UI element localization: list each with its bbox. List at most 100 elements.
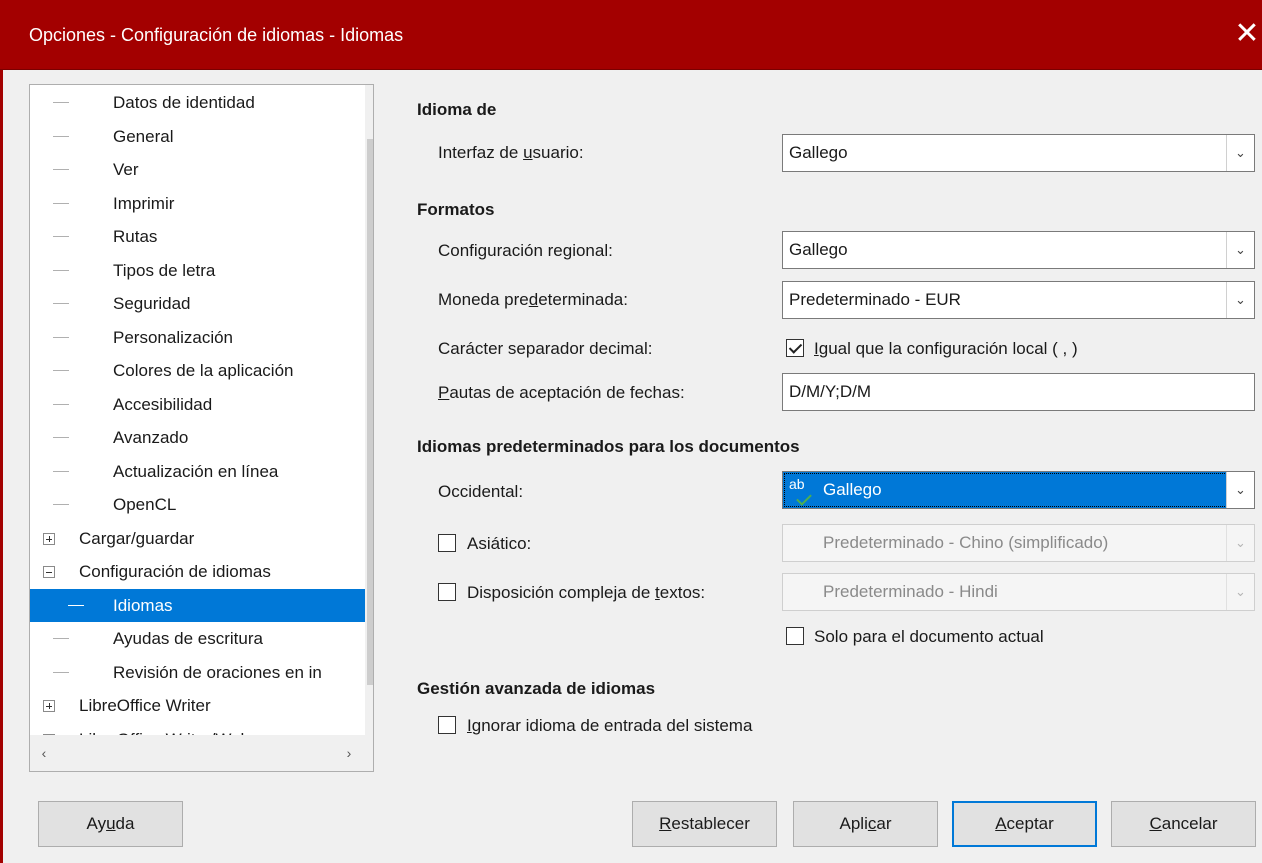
tree-item-label: Rutas bbox=[113, 227, 158, 246]
ok-button[interactable]: Aceptar bbox=[952, 801, 1097, 847]
tree-connector bbox=[53, 169, 69, 170]
tree-item[interactable]: Rutas bbox=[30, 220, 365, 253]
locale-label: Configuración regional: bbox=[438, 241, 613, 260]
tree-item-label: Ver bbox=[113, 160, 139, 179]
tree-item[interactable]: Personalización bbox=[30, 321, 365, 354]
scroll-down-icon[interactable]: ⌄ bbox=[365, 703, 373, 733]
tree-connector bbox=[53, 102, 69, 103]
options-tree[interactable]: Datos de identidad General Ver Imprimir Ruta… bbox=[29, 84, 374, 772]
tree-item[interactable]: Datos de identidad bbox=[30, 86, 365, 119]
tree-item[interactable]: Ver bbox=[30, 153, 365, 186]
asian-value: Predeterminado - Chino (simplificado) bbox=[823, 533, 1109, 552]
tree-item-label: Tipos de letra bbox=[113, 260, 216, 280]
ui-language-combo[interactable]: Gallego ⌄ bbox=[782, 134, 1255, 172]
ui-language-label: Interfaz de usuario: bbox=[438, 143, 584, 162]
western-language-combo[interactable]: ab Gallego ⌄ bbox=[782, 471, 1255, 509]
currency-label: Moneda predeterminada: bbox=[438, 290, 628, 309]
tree-item-label: LibreOffice Writer bbox=[79, 696, 211, 715]
tree-connector bbox=[53, 403, 69, 405]
apply-button[interactable]: Aplicar bbox=[793, 801, 938, 847]
tree-item-label: Actualización en línea bbox=[113, 461, 279, 481]
tree-item[interactable]: Revisión de oraciones en in bbox=[30, 656, 365, 689]
cancel-button[interactable]: Cancelar bbox=[1111, 801, 1256, 847]
tree-item[interactable]: Colores de la aplicación bbox=[30, 354, 365, 387]
tree-connector bbox=[53, 671, 69, 673]
tree-item-label: Seguridad bbox=[113, 294, 191, 313]
date-patterns-label: Pautas de aceptación de fechas: bbox=[438, 383, 685, 402]
asian-label[interactable]: Asiático: bbox=[467, 534, 531, 554]
tree-item-label: Idiomas bbox=[113, 595, 173, 615]
chevron-down-icon: ⌄ bbox=[1226, 574, 1254, 610]
ignore-system-label[interactable]: Ignorar idioma de entrada del sistema bbox=[467, 716, 752, 736]
scroll-up-icon[interactable]: ⌃ bbox=[365, 85, 373, 115]
reset-button[interactable]: Restablecer bbox=[632, 801, 777, 847]
chevron-down-icon[interactable]: ⌄ bbox=[1226, 472, 1254, 508]
decimal-same-as-locale-checkbox[interactable] bbox=[786, 339, 804, 357]
tree-connector bbox=[53, 269, 69, 271]
tree-item[interactable]: LibreOffice Writer bbox=[30, 689, 365, 722]
collapse-icon[interactable] bbox=[43, 566, 55, 578]
ctl-checkbox[interactable] bbox=[438, 583, 456, 601]
tree-item[interactable]: Avanzado bbox=[30, 421, 365, 454]
tree-connector bbox=[53, 135, 69, 137]
tree-item[interactable]: Actualización en línea bbox=[30, 455, 365, 488]
tree-connector bbox=[68, 604, 84, 606]
tree-item[interactable]: Idiomas bbox=[30, 588, 365, 622]
tree-item-label: General bbox=[113, 126, 174, 146]
tree-connector bbox=[53, 303, 69, 304]
decimal-checkbox-label[interactable]: Igual que la configuración local ( , ) bbox=[814, 339, 1078, 359]
ctl-language-combo: Predeterminado - Hindi ⌄ bbox=[782, 573, 1255, 611]
tree-item[interactable]: OpenCL bbox=[30, 488, 365, 521]
scroll-right-icon[interactable]: › bbox=[335, 735, 363, 771]
help-button[interactable]: Ayuda bbox=[38, 801, 183, 847]
tree-item[interactable]: Seguridad bbox=[30, 287, 365, 320]
ctl-label[interactable]: Disposición compleja de textos: bbox=[467, 583, 705, 603]
tree-vertical-scrollbar[interactable]: ⌃ ⌄ bbox=[365, 85, 373, 735]
section-gestion-avanzada: Gestión avanzada de idiomas bbox=[417, 679, 656, 698]
window-title: Opciones - Configuración de idiomas - Id… bbox=[29, 25, 404, 45]
tree-connector bbox=[53, 470, 69, 472]
tree-item[interactable]: Configuración de idiomas bbox=[30, 555, 365, 588]
chevron-down-icon[interactable]: ⌄ bbox=[1226, 232, 1254, 268]
tree-connector bbox=[53, 504, 69, 505]
current-doc-only-label[interactable]: Solo para el documento actual bbox=[814, 627, 1044, 647]
scroll-left-icon[interactable]: ‹ bbox=[30, 735, 58, 771]
currency-value: Predeterminado - EUR bbox=[789, 290, 961, 309]
chevron-down-icon[interactable]: ⌄ bbox=[1226, 135, 1254, 171]
ctl-value: Predeterminado - Hindi bbox=[823, 582, 998, 601]
tree-connector bbox=[53, 336, 69, 338]
expand-icon[interactable] bbox=[43, 700, 55, 712]
spellcheck-icon: ab bbox=[789, 476, 805, 492]
tree-connector bbox=[53, 370, 69, 371]
tree-item[interactable]: Tipos de letra bbox=[30, 254, 365, 287]
locale-combo[interactable]: Gallego ⌄ bbox=[782, 231, 1255, 269]
section-formatos: Formatos bbox=[417, 200, 495, 219]
tree-connector bbox=[53, 437, 69, 438]
date-patterns-input[interactable]: D/M/Y;D/M bbox=[782, 373, 1255, 411]
tree-item-label: Imprimir bbox=[113, 193, 175, 213]
close-icon[interactable]: ✕ bbox=[1232, 0, 1262, 70]
section-idioma-de: Idioma de bbox=[417, 100, 497, 119]
tree-item[interactable]: Ayudas de escritura bbox=[30, 622, 365, 655]
ignore-system-input-language-checkbox[interactable] bbox=[438, 716, 456, 734]
tree-item[interactable]: Imprimir bbox=[30, 187, 365, 220]
western-value: Gallego bbox=[823, 480, 882, 499]
asian-checkbox[interactable] bbox=[438, 534, 456, 552]
tree-item-label: Accesibilidad bbox=[113, 394, 213, 414]
tree-item[interactable]: General bbox=[30, 120, 365, 153]
tree-item-label: Avanzado bbox=[113, 428, 189, 447]
scroll-thumb[interactable] bbox=[367, 139, 373, 685]
current-doc-only-checkbox[interactable] bbox=[786, 627, 804, 645]
tree-item-label: Datos de identidad bbox=[113, 93, 255, 112]
currency-combo[interactable]: Predeterminado - EUR ⌄ bbox=[782, 281, 1255, 319]
expand-icon[interactable] bbox=[43, 532, 55, 545]
locale-value: Gallego bbox=[789, 240, 848, 259]
ui-language-value: Gallego bbox=[789, 143, 848, 162]
asian-language-combo: Predeterminado - Chino (simplificado) ⌄ bbox=[782, 524, 1255, 562]
tree-item-label: Ayudas de escritura bbox=[113, 629, 263, 648]
tree-item[interactable]: Accesibilidad bbox=[30, 388, 365, 421]
tree-connector bbox=[53, 236, 69, 237]
tree-item[interactable]: Cargar/guardar bbox=[30, 522, 365, 555]
chevron-down-icon[interactable]: ⌄ bbox=[1226, 282, 1254, 318]
tree-horizontal-scrollbar[interactable]: ‹ › bbox=[30, 735, 373, 771]
